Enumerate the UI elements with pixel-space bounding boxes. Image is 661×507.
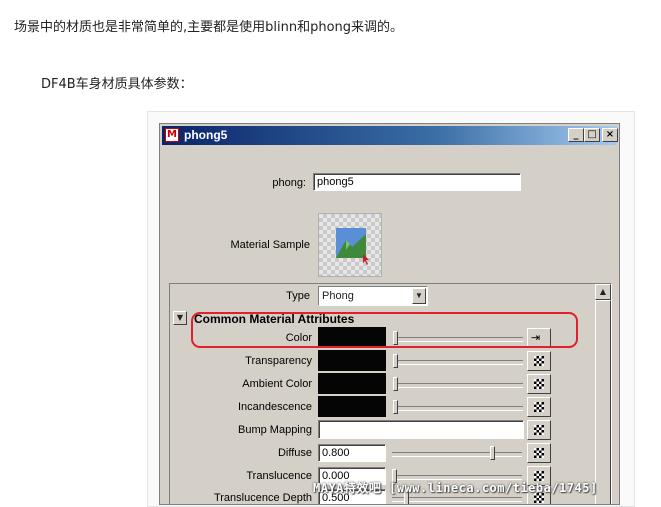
- node-name-label: phong:: [272, 177, 306, 189]
- color-row-highlight: [191, 312, 578, 348]
- incandescence-slider[interactable]: [393, 398, 523, 416]
- material-sample-label: Material Sample: [230, 239, 310, 251]
- close-button[interactable]: ×: [602, 128, 618, 142]
- translucence-depth-label: Translucence Depth: [213, 492, 312, 504]
- checker-map-icon: [534, 356, 544, 366]
- diffuse-slider-track: [392, 452, 522, 457]
- incandescence-slider-thumb[interactable]: [393, 400, 398, 414]
- transparency-swatch[interactable]: [318, 350, 386, 371]
- article-intro: 场景中的材质也是非常简单的,主要都是使用blinn和phong来调的。: [14, 20, 404, 35]
- incandescence-map-button[interactable]: [527, 397, 551, 417]
- watermark: MAYA特效吧 [www.lineca.com/tieba/1745]: [313, 481, 598, 495]
- scroll-up-icon[interactable]: ▲: [595, 284, 611, 300]
- transparency-slider-track: [393, 360, 523, 365]
- incandescence-swatch[interactable]: [318, 396, 386, 417]
- checker-map-icon: [534, 402, 544, 412]
- chevron-down-icon: ▼: [412, 288, 426, 304]
- diffuse-slider[interactable]: [392, 444, 522, 462]
- transparency-slider[interactable]: [393, 352, 523, 370]
- article-subheading: DF4B车身材质具体参数：: [41, 77, 193, 92]
- bump-mapping-map-button[interactable]: [527, 420, 551, 440]
- ambient-color-slider[interactable]: [393, 375, 523, 393]
- type-label: Type: [286, 290, 310, 302]
- node-name-field[interactable]: phong5: [313, 173, 521, 191]
- material-sample-swatch[interactable]: [318, 213, 382, 277]
- ambient-color-slider-track: [393, 383, 523, 388]
- transparency-map-button[interactable]: [527, 351, 551, 371]
- bump-mapping-label: Bump Mapping: [238, 424, 312, 436]
- diffuse-slider-thumb[interactable]: [489, 446, 495, 460]
- translucence-depth-slider-track: [392, 497, 522, 502]
- title-bar[interactable]: M phong5 _ □ ×: [162, 126, 618, 145]
- window-title: phong5: [184, 128, 228, 142]
- maya-icon: M: [165, 128, 179, 142]
- transparency-slider-thumb[interactable]: [393, 354, 398, 368]
- checker-map-icon: [534, 448, 544, 458]
- type-select-value: Phong: [322, 290, 354, 302]
- minimize-button[interactable]: _: [568, 128, 584, 142]
- diffuse-map-button[interactable]: [527, 443, 551, 463]
- transparency-label: Transparency: [245, 355, 312, 367]
- ambient-color-map-button[interactable]: [527, 374, 551, 394]
- material-sample-icon: [336, 228, 369, 265]
- collapse-icon[interactable]: ▼: [173, 311, 187, 325]
- diffuse-label: Diffuse: [277, 447, 312, 459]
- incandescence-slider-track: [393, 406, 523, 411]
- checker-map-icon: [534, 379, 544, 389]
- translucence-label: Translucence: [246, 470, 312, 482]
- vertical-scrollbar[interactable]: ▲: [594, 284, 611, 504]
- incandescence-label: Incandescence: [238, 401, 312, 413]
- maximize-button[interactable]: □: [584, 128, 600, 142]
- diffuse-value-field[interactable]: 0.800: [318, 444, 386, 462]
- bump-mapping-field[interactable]: [318, 420, 524, 439]
- type-select[interactable]: Phong ▼: [318, 286, 428, 306]
- ambient-color-swatch[interactable]: [318, 373, 386, 394]
- ambient-color-slider-thumb[interactable]: [393, 377, 398, 391]
- checker-map-icon: [534, 425, 544, 435]
- scroll-thumb[interactable]: [595, 300, 611, 504]
- ambient-color-label: Ambient Color: [242, 378, 312, 390]
